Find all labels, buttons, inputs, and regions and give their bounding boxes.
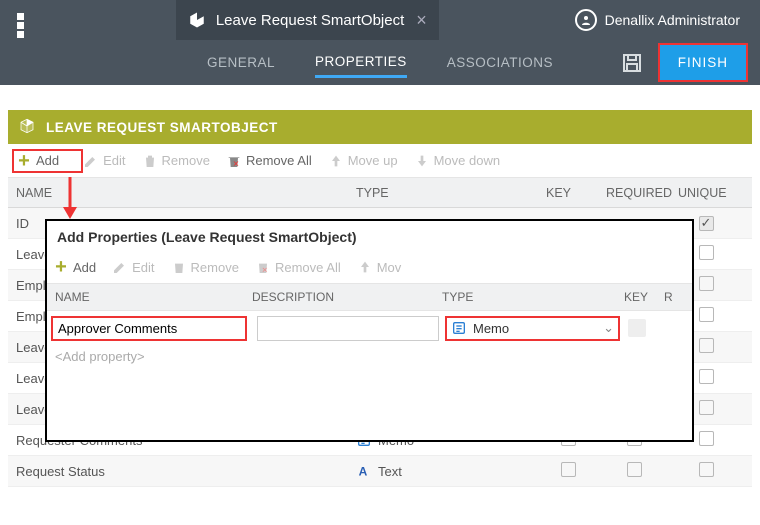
remove-all-button[interactable]: ✕ Remove All — [255, 259, 341, 275]
edit-button[interactable]: Edit — [112, 259, 154, 275]
property-description-input[interactable] — [257, 316, 439, 341]
finish-button[interactable]: FINISH — [660, 45, 746, 80]
main-tab[interactable]: Leave Request SmartObject × — [176, 0, 439, 40]
checkbox[interactable] — [699, 245, 714, 260]
arrow-up-icon — [328, 153, 344, 169]
panel-header: LEAVE REQUEST SMARTOBJECT — [8, 110, 752, 144]
plus-icon: + — [53, 259, 69, 275]
svg-text:A: A — [359, 465, 368, 479]
col-name: NAME — [47, 290, 252, 304]
grid-toolbar: + Add Edit Remove ✕ Remove All Move up M… — [8, 144, 752, 178]
table-row[interactable]: Request Status AText — [8, 456, 752, 487]
user-icon — [575, 9, 597, 31]
trash-icon — [171, 259, 187, 275]
checkbox[interactable] — [561, 462, 576, 477]
edit-button[interactable]: Edit — [83, 153, 125, 169]
add-property-placeholder[interactable]: <Add property> — [47, 343, 692, 370]
col-r: R — [664, 290, 673, 304]
tab-properties[interactable]: PROPERTIES — [315, 48, 407, 78]
memo-icon — [451, 320, 467, 336]
close-icon[interactable]: × — [416, 10, 427, 31]
remove-button[interactable]: Remove — [142, 153, 210, 169]
dialog-title: Add Properties (Leave Request SmartObjec… — [47, 221, 692, 251]
col-unique: UNIQUE — [670, 186, 742, 200]
arrow-down-icon — [414, 153, 430, 169]
app-menu-icon[interactable] — [0, 0, 40, 40]
chevron-down-icon: ⌄ — [603, 320, 614, 336]
svg-text:✕: ✕ — [233, 159, 240, 168]
trash-x-icon: ✕ — [226, 153, 242, 169]
checkbox[interactable] — [699, 338, 714, 353]
user-area[interactable]: Denallix Administrator — [575, 9, 760, 31]
finish-highlight: FINISH — [658, 43, 748, 82]
dialog-toolbar: + Add Edit Remove ✕ Remove All Mov — [47, 251, 692, 283]
add-properties-dialog: Add Properties (Leave Request SmartObjec… — [45, 219, 694, 442]
tab-associations[interactable]: ASSOCIATIONS — [447, 49, 553, 76]
text-icon: A — [356, 463, 372, 479]
trash-icon — [142, 153, 158, 169]
move-down-button[interactable]: Move down — [414, 153, 500, 169]
checkbox[interactable]: ✓ — [699, 216, 714, 231]
checkbox[interactable] — [699, 276, 714, 291]
add-button[interactable]: + Add — [16, 153, 59, 169]
property-type-select[interactable]: Memo ⌄ — [445, 316, 620, 341]
svg-text:✕: ✕ — [262, 265, 268, 274]
col-key: KEY — [624, 290, 664, 304]
col-description: DESCRIPTION — [252, 290, 442, 304]
checkbox[interactable] — [627, 462, 642, 477]
smartobject-icon — [188, 11, 206, 29]
pencil-icon — [112, 259, 128, 275]
remove-all-button[interactable]: ✕ Remove All — [226, 153, 312, 169]
col-required: REQUIRED — [598, 186, 670, 200]
checkbox[interactable] — [699, 431, 714, 446]
dialog-row: Memo ⌄ — [47, 311, 692, 343]
move-button[interactable]: Mov — [357, 259, 402, 275]
col-type: TYPE — [348, 186, 538, 200]
col-name: NAME — [8, 186, 348, 200]
plus-icon: + — [16, 153, 32, 169]
property-name-input[interactable] — [51, 316, 247, 341]
tab-title: Leave Request SmartObject — [216, 12, 404, 29]
tab-general[interactable]: GENERAL — [207, 49, 275, 76]
checkbox[interactable] — [699, 369, 714, 384]
key-checkbox[interactable] — [628, 319, 646, 337]
move-up-button[interactable]: Move up — [328, 153, 398, 169]
pencil-icon — [83, 153, 99, 169]
add-button[interactable]: + Add — [53, 259, 96, 275]
checkbox[interactable] — [699, 307, 714, 322]
remove-button[interactable]: Remove — [171, 259, 239, 275]
panel-title: LEAVE REQUEST SMARTOBJECT — [46, 120, 278, 135]
add-highlight: + Add — [12, 149, 83, 173]
col-key: KEY — [538, 186, 598, 200]
arrow-up-icon — [357, 259, 373, 275]
grid-header: NAME TYPE KEY REQUIRED UNIQUE — [8, 178, 752, 208]
user-name: Denallix Administrator — [605, 12, 740, 28]
checkbox[interactable] — [699, 462, 714, 477]
trash-x-icon: ✕ — [255, 259, 271, 275]
dialog-grid-header: NAME DESCRIPTION TYPE KEY R — [47, 283, 692, 311]
save-icon[interactable] — [620, 51, 644, 75]
smartobject-icon — [18, 117, 36, 138]
checkbox[interactable] — [699, 400, 714, 415]
col-type: TYPE — [442, 290, 624, 304]
